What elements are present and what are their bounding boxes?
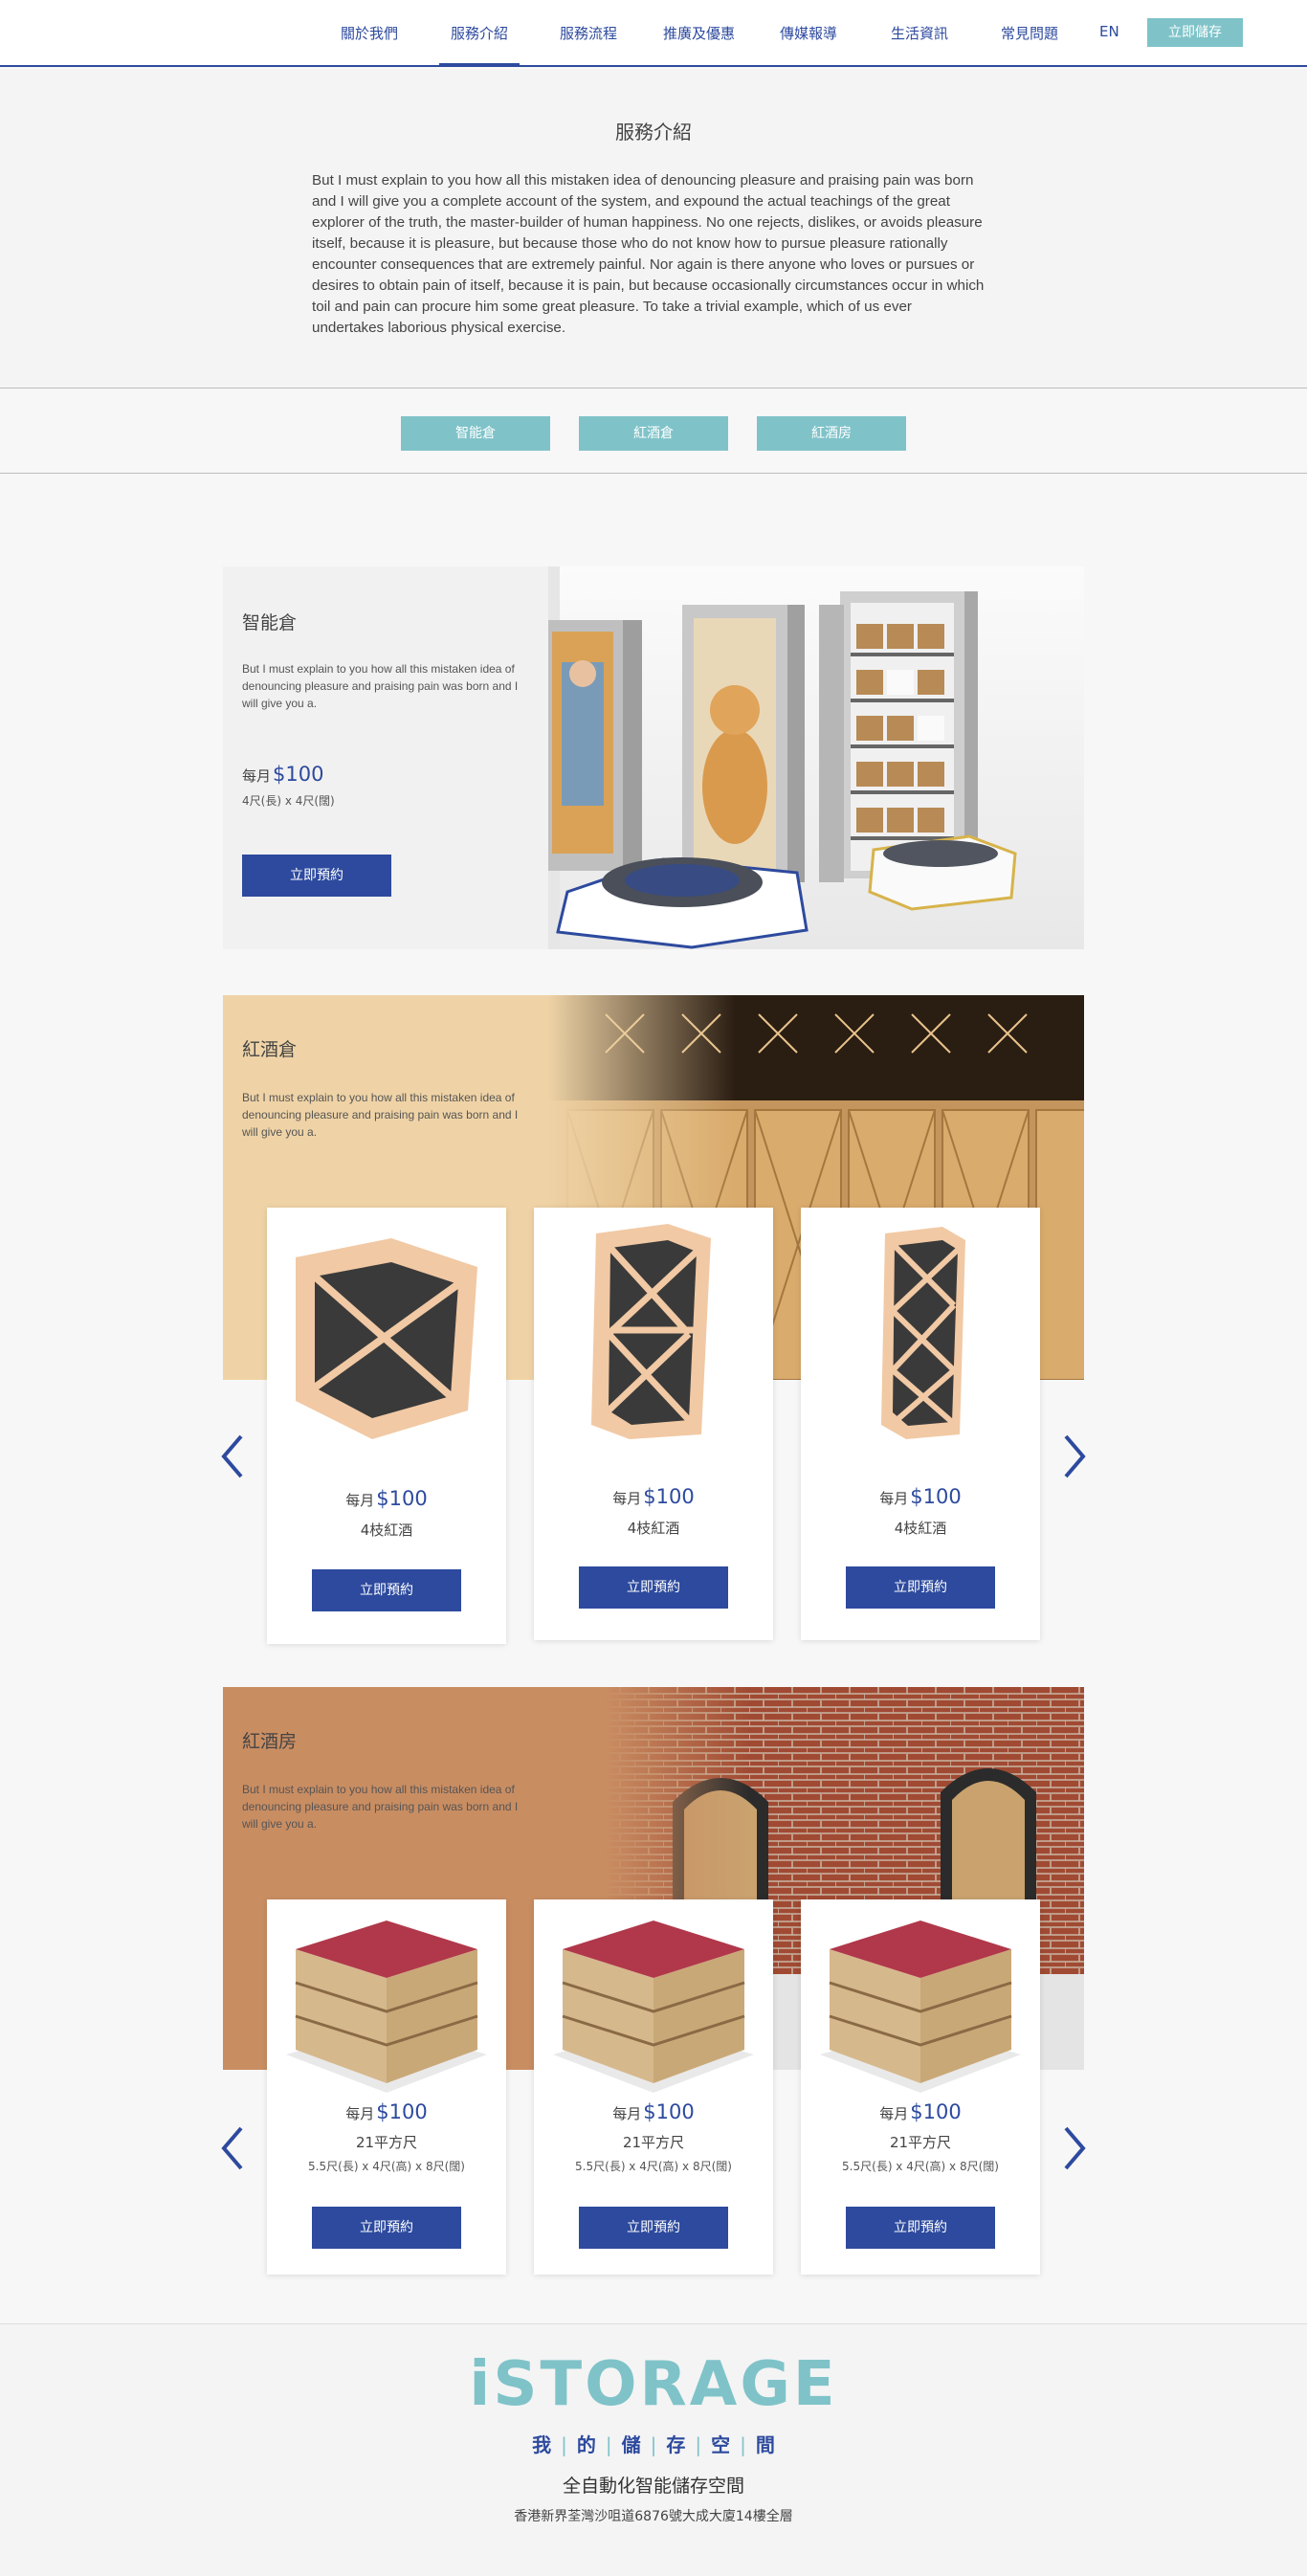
nav-faq[interactable]: 常見問題 xyxy=(1001,23,1058,43)
smart-storage-desc: But I must explain to you how all this m… xyxy=(242,662,519,710)
price-amount: $100 xyxy=(376,1487,428,1510)
wine-product-capacity: 4枝紅酒 xyxy=(360,1521,413,1539)
footer-tagline: 全自動化智能儲存空間 xyxy=(562,2476,744,2497)
wine-crates-image xyxy=(820,1921,1021,2093)
book-wine-room-button[interactable]: 立即預約 xyxy=(579,2207,728,2249)
chevron-right-icon[interactable] xyxy=(1060,1432,1089,1480)
wine-product-card: 每月$100 4枝紅酒 立即預約 xyxy=(534,1208,773,1640)
price-prefix: 每月 xyxy=(879,1490,909,1507)
wine-crates-image xyxy=(286,1921,487,2093)
wine-room-dimensions: 5.5尺(長) x 4尺(高) x 8尺(闊) xyxy=(308,2160,465,2173)
price-amount: $100 xyxy=(643,2100,695,2123)
intro-section: 服務介紹 But I must explain to you how all t… xyxy=(0,69,1307,388)
book-wine-storage-button[interactable]: 立即預約 xyxy=(312,1569,461,1611)
price-prefix: 每月 xyxy=(345,2105,375,2122)
istorage-logo: iSTORAGE xyxy=(469,2349,838,2420)
tab-smart-storage[interactable]: 智能倉 xyxy=(401,416,550,451)
book-smart-storage-button[interactable]: 立即預約 xyxy=(242,855,391,897)
price-prefix: 每月 xyxy=(345,1492,375,1509)
top-nav: 關於我們 服務介紹 服務流程 推廣及優惠 傳媒報導 生活資訊 常見問題 EN 立… xyxy=(0,0,1307,67)
wine-product-card: 每月$100 4枝紅酒 立即預約 xyxy=(267,1208,506,1644)
wine-room-price: 每月$100 xyxy=(801,2100,1040,2123)
price-amount: $100 xyxy=(910,2100,962,2123)
intro-text: But I must explain to you how all this m… xyxy=(312,172,985,336)
wine-rack-slim-image xyxy=(881,1227,965,1439)
price-amount: $100 xyxy=(643,1485,695,1508)
smart-storage-image xyxy=(548,566,1084,949)
slogan-char: 存 xyxy=(666,2433,686,2456)
wine-room-area: 21平方尺 xyxy=(355,2134,418,2151)
page-title: 服務介紹 xyxy=(615,121,692,144)
book-wine-storage-button[interactable]: 立即預約 xyxy=(846,1566,995,1609)
footer-slogan: 我 | 的 | 儲 | 存 | 空 | 間 xyxy=(532,2433,775,2456)
wine-room-dimensions: 5.5尺(長) x 4尺(高) x 8尺(闊) xyxy=(575,2160,732,2173)
slogan-char: 空 xyxy=(711,2433,731,2456)
price-prefix: 每月 xyxy=(242,767,272,785)
book-wine-room-button[interactable]: 立即預約 xyxy=(312,2207,461,2249)
tab-wine-storage[interactable]: 紅酒倉 xyxy=(579,416,728,451)
wine-rack-tower-image xyxy=(591,1224,711,1439)
wine-room-area: 21平方尺 xyxy=(622,2134,685,2151)
wine-room-card: 每月$100 21平方尺 5.5尺(長) x 4尺(高) x 8尺(闊) 立即預… xyxy=(801,1899,1040,2275)
category-tabs: 智能倉 紅酒倉 紅酒房 xyxy=(0,389,1307,473)
wine-product-price: 每月$100 xyxy=(534,1485,773,1508)
smart-storage-size: 4尺(長) x 4尺(闊) xyxy=(242,794,335,808)
footer: iSTORAGE 我 | 的 | 儲 | 存 | 空 | 間 全自動化智能儲存空間 香港新界荃灣沙咀… xyxy=(0,2323,1307,2576)
price-prefix: 每月 xyxy=(612,1490,642,1507)
smart-storage-title: 智能倉 xyxy=(242,612,298,633)
wine-product-price: 每月$100 xyxy=(267,1487,506,1510)
wine-room-card: 每月$100 21平方尺 5.5尺(長) x 4尺(高) x 8尺(闊) 立即預… xyxy=(534,1899,773,2275)
wine-rack-cube-image xyxy=(296,1238,477,1439)
nav-services[interactable]: 服務介紹 xyxy=(438,23,521,67)
slogan-char: 間 xyxy=(755,2433,775,2456)
wine-storage-desc: But I must explain to you how all this m… xyxy=(242,1091,519,1139)
wine-crates-image xyxy=(553,1921,754,2093)
wine-product-card: 每月$100 4枝紅酒 立即預約 xyxy=(801,1208,1040,1640)
price-amount: $100 xyxy=(273,763,324,786)
price-prefix: 每月 xyxy=(612,2105,642,2122)
nav-language[interactable]: EN xyxy=(1099,23,1119,40)
chevron-right-icon[interactable] xyxy=(1060,2124,1089,2172)
book-wine-room-button[interactable]: 立即預約 xyxy=(846,2207,995,2249)
nav-about[interactable]: 關於我們 xyxy=(341,23,398,43)
wine-room-card: 每月$100 21平方尺 5.5尺(長) x 4尺(高) x 8尺(闊) 立即預… xyxy=(267,1899,506,2275)
book-wine-storage-button[interactable]: 立即預約 xyxy=(579,1566,728,1609)
wine-room-desc: But I must explain to you how all this m… xyxy=(242,1783,519,1831)
wine-product-capacity: 4枝紅酒 xyxy=(627,1520,680,1537)
wine-room-price: 每月$100 xyxy=(534,2100,773,2123)
footer-address: 香港新界荃灣沙咀道6876號大成大廈14樓全層 xyxy=(514,2509,793,2524)
tab-wine-room[interactable]: 紅酒房 xyxy=(757,416,906,451)
wine-product-price: 每月$100 xyxy=(801,1485,1040,1508)
nav-media[interactable]: 傳媒報導 xyxy=(780,23,837,43)
price-amount: $100 xyxy=(910,1485,962,1508)
wine-room-title: 紅酒房 xyxy=(242,1731,298,1752)
wine-room-area: 21平方尺 xyxy=(889,2134,952,2151)
nav-process[interactable]: 服務流程 xyxy=(560,23,617,43)
slogan-char: 我 xyxy=(532,2433,552,2456)
smart-storage-price: 每月$100 xyxy=(242,763,323,786)
store-now-button[interactable]: 立即儲存 xyxy=(1147,18,1243,47)
nav-lifestyle[interactable]: 生活資訊 xyxy=(891,23,948,43)
wine-product-capacity: 4枝紅酒 xyxy=(894,1520,947,1537)
wine-storage-title: 紅酒倉 xyxy=(242,1039,298,1060)
divider xyxy=(0,473,1307,474)
wine-room-price: 每月$100 xyxy=(267,2100,506,2123)
smart-storage-section: 智能倉 But I must explain to you how all th… xyxy=(223,566,1084,949)
price-prefix: 每月 xyxy=(879,2105,909,2122)
slogan-char: 的 xyxy=(576,2433,596,2456)
price-amount: $100 xyxy=(376,2100,428,2123)
chevron-left-icon[interactable] xyxy=(218,2124,247,2172)
slogan-char: 儲 xyxy=(621,2433,641,2456)
nav-promotions[interactable]: 推廣及優惠 xyxy=(663,23,735,43)
chevron-left-icon[interactable] xyxy=(218,1432,247,1480)
wine-room-dimensions: 5.5尺(長) x 4尺(高) x 8尺(闊) xyxy=(842,2160,999,2173)
